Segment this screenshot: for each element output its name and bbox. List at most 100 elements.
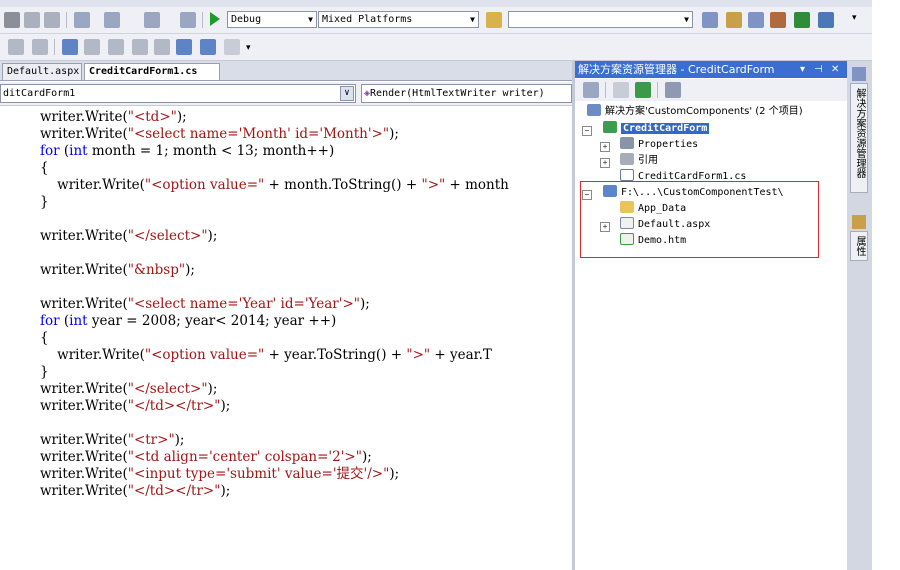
- chevron-down-icon: ▼: [684, 15, 689, 24]
- code-line[interactable]: writer.Write("<select name='Year' id='Ye…: [40, 296, 370, 313]
- code-line[interactable]: writer.Write("<tr>");: [40, 432, 184, 449]
- solution-explorer-icon[interactable]: [702, 12, 718, 28]
- navigate-icon[interactable]: [144, 12, 160, 28]
- window-position-icon[interactable]: ▾: [800, 61, 805, 78]
- uncomment-icon[interactable]: [84, 39, 100, 55]
- expand-icon[interactable]: +: [600, 158, 610, 168]
- project-label: CreditCardForm: [621, 123, 710, 134]
- class-dropdown-value: ditCardForm1: [3, 88, 76, 99]
- toolbox-icon[interactable]: [770, 12, 786, 28]
- copy-icon[interactable]: [24, 12, 40, 28]
- find-in-files-icon[interactable]: [486, 12, 502, 28]
- side-tool-strip: 解决方案资源管理器 属性: [847, 61, 872, 570]
- code-navigation-bar: ditCardForm1 ∨ ◈Render(HtmlTextWriter wr…: [0, 82, 572, 106]
- solution-config-dropdown[interactable]: Debug ▼: [227, 11, 317, 28]
- code-line[interactable]: }: [40, 194, 49, 211]
- outdent-icon[interactable]: [8, 39, 24, 55]
- bookmark-prev-icon[interactable]: [108, 39, 124, 55]
- tab-label: CreditCardForm1.cs: [89, 66, 198, 77]
- tree-node-properties[interactable]: Properties: [620, 137, 698, 153]
- solution-explorer-title: 解决方案资源管理器 - CreditCardForm ▾ ⊣ ✕: [575, 61, 847, 78]
- solution-label: 解决方案'CustomComponents' (2 个项目): [605, 106, 803, 117]
- platform-value: Mixed Platforms: [322, 14, 413, 25]
- chevron-down-icon: ▼: [470, 15, 475, 24]
- code-line[interactable]: }: [40, 364, 49, 381]
- code-line[interactable]: writer.Write("</select>");: [40, 381, 217, 398]
- toolbar-separator: [54, 39, 55, 55]
- toolbar-separator: [202, 12, 203, 28]
- auto-hide-pin-icon[interactable]: ⊣: [814, 61, 823, 78]
- platform-dropdown[interactable]: Mixed Platforms ▼: [318, 11, 479, 28]
- toolbar-overflow-icon[interactable]: ▾: [852, 13, 857, 23]
- tree-node-solution[interactable]: 解决方案'CustomComponents' (2 个项目): [587, 104, 803, 120]
- next-bookmark-icon[interactable]: [200, 39, 216, 55]
- solution-config-value: Debug: [231, 14, 262, 25]
- bookmark-next-icon[interactable]: [132, 39, 148, 55]
- solution-explorer-title-text: 解决方案资源管理器 - CreditCardForm: [578, 63, 775, 76]
- code-line[interactable]: writer.Write("<input type='submit' value…: [40, 466, 399, 483]
- solution-explorer-tab-icon: [852, 67, 866, 81]
- tree-node-project[interactable]: CreditCardForm: [603, 121, 710, 137]
- start-page-icon[interactable]: [794, 12, 810, 28]
- code-line[interactable]: {: [40, 160, 49, 177]
- comment-icon[interactable]: [62, 39, 78, 55]
- standard-toolbar: Debug ▼ Mixed Platforms ▼ ▼ ▾: [0, 7, 872, 34]
- code-line[interactable]: writer.Write("<option value=" + year.ToS…: [40, 347, 492, 364]
- close-icon[interactable]: ✕: [831, 61, 839, 78]
- tab-properties[interactable]: 属性: [850, 231, 868, 261]
- code-line[interactable]: writer.Write("&nbsp");: [40, 262, 195, 279]
- properties-window-icon[interactable]: [726, 12, 742, 28]
- find-combo[interactable]: ▼: [508, 11, 693, 28]
- code-line[interactable]: for (int year = 2008; year< 2014; year +…: [40, 313, 336, 330]
- toolbar-separator: [605, 82, 606, 98]
- highlight-box: [580, 181, 819, 258]
- redo-icon[interactable]: [104, 12, 120, 28]
- code-line[interactable]: writer.Write("<select name='Month' id='M…: [40, 126, 399, 143]
- expand-icon[interactable]: +: [600, 142, 610, 152]
- code-line[interactable]: writer.Write("</td></tr>");: [40, 398, 230, 415]
- show-all-files-icon[interactable]: [613, 82, 629, 98]
- cut-icon[interactable]: [4, 12, 20, 28]
- document-tabs: Default.aspx CreditCardForm1.cs: [0, 61, 572, 81]
- class-dropdown[interactable]: ditCardForm1 ∨: [0, 84, 356, 103]
- previous-bookmark-icon[interactable]: [176, 39, 192, 55]
- toolbar-separator: [657, 82, 658, 98]
- save-all-icon[interactable]: [180, 12, 196, 28]
- start-debug-icon[interactable]: [210, 12, 220, 26]
- properties-icon[interactable]: [583, 82, 599, 98]
- code-line[interactable]: writer.Write("</select>");: [40, 228, 217, 245]
- tree-node-references[interactable]: 引用: [620, 153, 658, 169]
- member-dropdown[interactable]: ◈Render(HtmlTextWriter writer): [361, 84, 572, 103]
- command-window-icon[interactable]: [818, 12, 834, 28]
- object-browser-icon[interactable]: [748, 12, 764, 28]
- tab-default-aspx[interactable]: Default.aspx: [2, 63, 82, 80]
- code-line[interactable]: {: [40, 330, 49, 347]
- code-line[interactable]: writer.Write("</td></tr>");: [40, 483, 230, 500]
- chevron-down-icon: ▼: [308, 15, 313, 24]
- csharp-project-icon: [603, 121, 617, 133]
- tab-label: Default.aspx: [7, 66, 80, 77]
- cs-file-icon: [620, 169, 634, 181]
- properties-tab-icon: [852, 215, 866, 229]
- member-dropdown-value: Render(HtmlTextWriter writer): [370, 88, 545, 99]
- undo-icon[interactable]: [74, 12, 90, 28]
- code-line[interactable]: writer.Write("<option value=" + month.To…: [40, 177, 509, 194]
- code-editor[interactable]: writer.Write("<td>"); writer.Write("<sele…: [0, 106, 572, 570]
- menu-bar-remnant: [0, 0, 872, 7]
- properties-folder-icon: [620, 137, 634, 149]
- code-line[interactable]: for (int month = 1; month < 13; month++): [40, 143, 334, 160]
- tab-creditcardform1-cs[interactable]: CreditCardForm1.cs: [84, 63, 220, 80]
- tab-solution-explorer-label: 解决方案资源管理器: [854, 88, 865, 178]
- clear-bookmarks-icon[interactable]: [224, 39, 240, 55]
- paste-icon[interactable]: [44, 12, 60, 28]
- tab-solution-explorer[interactable]: 解决方案资源管理器: [850, 83, 868, 193]
- code-line[interactable]: writer.Write("<td>");: [40, 109, 187, 126]
- refresh-icon[interactable]: [635, 82, 651, 98]
- solution-explorer-toolbar: [575, 79, 847, 102]
- toolbar-overflow-icon[interactable]: ▾: [246, 43, 251, 53]
- collapse-icon[interactable]: −: [582, 126, 592, 136]
- code-line[interactable]: writer.Write("<td align='center' colspan…: [40, 449, 372, 466]
- view-class-diagram-icon[interactable]: [665, 82, 681, 98]
- bookmark-icon[interactable]: [32, 39, 48, 55]
- bookmark-folder-icon[interactable]: [154, 39, 170, 55]
